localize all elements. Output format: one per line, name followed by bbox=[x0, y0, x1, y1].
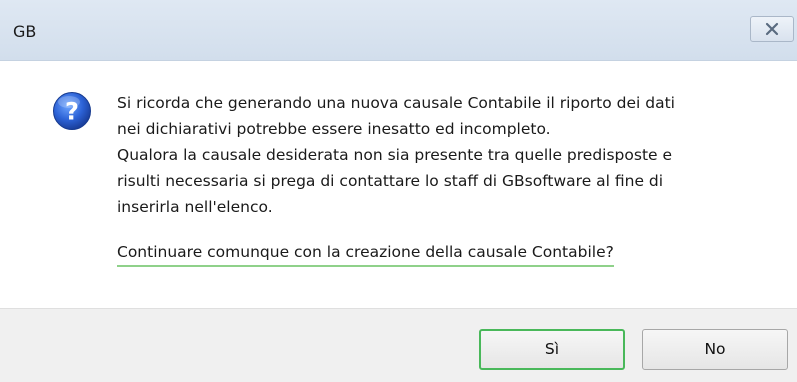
close-button[interactable] bbox=[750, 16, 794, 42]
question-icon: ? bbox=[53, 92, 91, 130]
svg-text:?: ? bbox=[65, 98, 79, 126]
dialog-content: ? Si ricorda che generando una nuova cau… bbox=[0, 61, 797, 307]
yes-button[interactable]: Sì bbox=[479, 329, 625, 370]
close-icon bbox=[765, 22, 779, 36]
message-line: risulti necessaria si prega di contattar… bbox=[117, 172, 664, 190]
title-bar[interactable]: GB bbox=[0, 0, 797, 61]
message-line: Qualora la causale desiderata non sia pr… bbox=[117, 146, 673, 164]
confirm-dialog: GB ? Si ricorda che generando una nuova … bbox=[0, 0, 797, 382]
message-text: Si ricorda che generando una nuova causa… bbox=[117, 90, 767, 220]
message-line: inserirla nell'elenco. bbox=[117, 198, 273, 216]
button-bar: Sì No bbox=[0, 308, 797, 382]
no-button[interactable]: No bbox=[642, 329, 788, 370]
window-title: GB bbox=[13, 22, 37, 41]
message-line: nei dichiarativi potrebbe essere inesatt… bbox=[117, 120, 551, 138]
message-line: Si ricorda che generando una nuova causa… bbox=[117, 94, 675, 112]
confirm-question: Continuare comunque con la creazione del… bbox=[117, 241, 614, 267]
